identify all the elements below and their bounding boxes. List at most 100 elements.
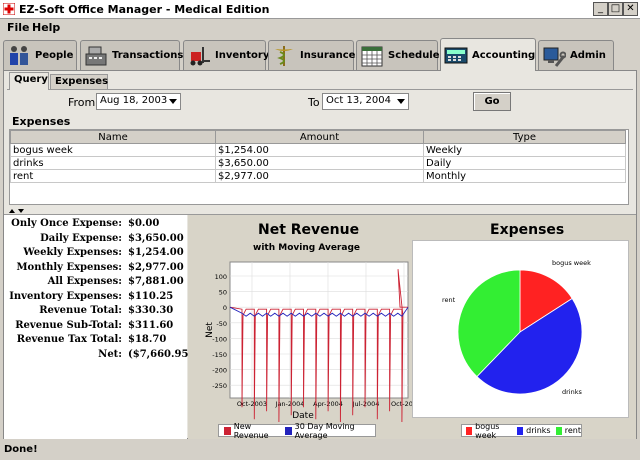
subtab-expenses[interactable]: Expenses [50,74,108,89]
subtab-query[interactable]: Query [9,72,49,90]
table-row[interactable]: drinks $3,650.00 Daily [10,156,626,170]
tab-transactions[interactable]: Transactions [80,40,183,70]
cell-name: bogus week [10,143,216,157]
table-row[interactable]: rent $2,977.00 Monthly [10,169,626,183]
stat-value: ($7,660.95) [128,348,194,360]
y-tick-label: -50 [216,320,227,328]
menu-file[interactable]: File [7,21,30,34]
stat-label: All Expenses: [47,276,122,287]
menu-bar: File Help [0,19,640,37]
cell-type: Weekly [423,143,626,157]
expenses-title: Expenses [12,115,71,128]
expenses-table: Name Amount Type bogus week $1,254.00 We… [10,130,626,183]
calendar-icon [361,46,383,66]
cell-type: Daily [423,156,626,170]
legend-label-bogus-week: bogus week [475,421,500,440]
expenses-pie-chart: bogus week drinks rent [442,259,591,396]
tab-schedule[interactable]: Schedule [356,40,440,70]
net-chart-legend: New Revenue 30 Day Moving Average [218,421,376,440]
table-header-row: Name Amount Type [10,130,626,144]
maximize-button[interactable]: □ [608,2,623,16]
stat-label: Net: [98,348,122,360]
caduceus-icon [275,45,293,66]
from-date-combo[interactable]: Aug 18, 2003 [96,93,181,110]
menu-help[interactable]: Help [32,21,60,34]
net-chart-subtitle: with Moving Average [253,243,360,253]
stat-label: Revenue Sub-Total: [15,319,122,331]
legend-label-new-revenue: New Revenue [233,421,269,440]
tab-label: Schedule [388,50,440,61]
stat-label: Weekly Expenses: [23,247,122,258]
tab-label: Accounting [472,49,536,61]
stat-value: $18.70 [128,334,167,345]
stat-value: $3,650.00 [128,232,184,244]
cell-amount: $1,254.00 [215,143,424,157]
cell-name: drinks [10,156,216,170]
pie-slice-label: rent [442,296,456,304]
cash-register-icon [85,46,107,65]
x-axis-label: Date [292,411,314,421]
from-date-value: Aug 18, 2003 [100,95,168,106]
y-tick-label: 50 [219,289,227,297]
column-header-type[interactable]: Type [423,130,626,144]
column-header-name[interactable]: Name [10,130,216,144]
close-button[interactable]: ✕ [623,2,638,16]
stat-value: $2,977.00 [128,261,184,273]
cell-amount: $2,977.00 [215,169,424,183]
pie-slice-label: bogus week [552,259,591,267]
net-chart-title: Net Revenue [258,222,360,238]
forklift-icon [190,46,210,65]
legend-swatch [224,426,231,435]
minimize-button[interactable]: _ [593,2,608,16]
column-header-amount[interactable]: Amount [215,130,424,144]
y-tick-label: -250 [212,382,227,390]
tab-admin[interactable]: Admin [538,40,614,70]
stat-label: Inventory Expenses: [9,290,122,302]
tab-insurance[interactable]: Insurance [268,40,356,70]
tab-inventory[interactable]: Inventory [183,40,269,70]
legend-label-moving-average: 30 Day Moving Average [294,421,355,440]
from-label: From [68,96,96,109]
tab-people[interactable]: People [3,40,77,70]
legend-swatch [466,426,473,435]
title-bar: EZ-Soft Office Manager - Medical Edition… [0,0,640,19]
to-date-value: Oct 13, 2004 [326,95,391,106]
stat-label: Monthly Expenses: [16,261,122,273]
stat-label: Only Once Expense: [11,218,122,229]
pie-chart-title: Expenses [490,222,565,238]
tab-accounting[interactable]: Accounting [440,38,536,71]
y-axis-label: Net [205,322,215,338]
stat-value: $0.00 [128,218,160,229]
legend-swatch [555,426,562,435]
go-button[interactable]: Go [473,92,511,111]
stat-value: $330.30 [128,305,174,316]
status-text: Done! [4,444,38,455]
stats-list: Only Once Expense: $0.00 Daily Expense: $3,… [0,215,193,439]
x-tick-label: Oct-2003 [237,400,267,408]
admin-tools-icon [543,47,566,67]
cell-name: rent [10,169,216,183]
legend-swatch [284,426,292,435]
stat-value: $1,254.00 [128,247,184,258]
y-tick-label: 0 [223,304,227,312]
stat-label: Revenue Tax Total: [16,334,122,345]
y-tick-label: -150 [212,351,227,359]
stat-label: Daily Expense: [40,232,122,244]
table-row[interactable]: bogus week $1,254.00 Weekly [10,143,626,157]
tab-label: Insurance [300,50,356,61]
legend-swatch [516,426,524,435]
tab-label: People [35,50,74,61]
stat-value: $7,881.00 [128,276,184,287]
stat-value: $311.60 [128,319,174,331]
to-date-combo[interactable]: Oct 13, 2004 [322,93,409,110]
stat-label: Revenue Total: [39,305,122,316]
tab-label: Admin [570,50,606,61]
status-bar: Done! [0,441,640,460]
net-revenue-chart: 100500-50-100-150-200-250Oct-2003 Jan-200… [205,261,412,422]
pie-slice-label: drinks [562,388,582,396]
people-icon [10,45,28,65]
legend-label-rent: rent [564,426,581,435]
plot-area [229,261,409,399]
chevron-down-icon [169,99,177,104]
to-label: To [308,96,320,109]
